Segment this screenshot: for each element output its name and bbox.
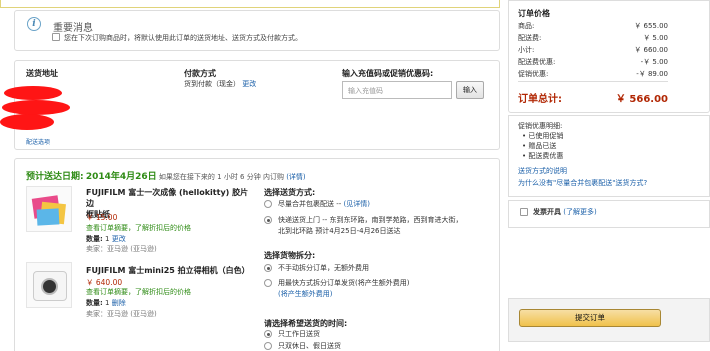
- eta-details-link[interactable]: (详情): [286, 173, 305, 181]
- express-delivery-line2: 北到北环路 预计4月25日-4月26日送达: [278, 227, 401, 235]
- weekday-label: 只工作日送货: [278, 330, 320, 338]
- item-1-qty-value: 1: [105, 235, 110, 243]
- coupon-input[interactable]: 输入充值码: [342, 81, 452, 99]
- item-2-seller: 卖家：亚马逊 (亚马逊): [86, 310, 157, 318]
- invoice-learn-more-link[interactable]: (了解更多): [563, 208, 596, 216]
- delivery-options-link[interactable]: 配送选项: [26, 137, 50, 146]
- summary-divider: [518, 81, 668, 82]
- order-total-label: 订单总计:: [518, 94, 562, 105]
- payment-method-text: 货到付款（现金）: [184, 80, 240, 88]
- fast-split-fee-link[interactable]: (将产生额外费用): [278, 289, 409, 300]
- item-2-qty: 数量: 1 删除: [86, 298, 126, 308]
- weekend-radio[interactable]: [264, 342, 272, 350]
- instax-camera-image[interactable]: [26, 262, 72, 308]
- order-total-value: ￥ 566.00: [615, 94, 668, 105]
- notice-text: 您在下次订购商品时，将默认使用此订单的送货地址、送货方式及付款方式。: [64, 34, 302, 42]
- redacted-address-mark: [2, 100, 70, 115]
- summary-row-shipping: 配送费: ￥ 5.00: [518, 33, 668, 43]
- hellokitty-sticker-image[interactable]: [26, 186, 72, 232]
- weekend-label: 只双休日、假日送货: [278, 342, 341, 350]
- coupon-heading: 输入充值码或促销优惠码:: [342, 69, 434, 78]
- item-2-summary-link[interactable]: 查看订单摘要，了解折扣后的价格: [86, 287, 191, 297]
- weekday-radio[interactable]: [264, 330, 272, 338]
- summary-row-label: 商品:: [518, 22, 535, 30]
- apply-coupon-button[interactable]: 输入: [456, 81, 484, 99]
- submit-panel: 提交订单: [508, 298, 710, 342]
- redacted-address-mark: [0, 114, 54, 130]
- eta-label: 预计送达日期:: [26, 172, 84, 182]
- eta-date: 2014年4月26日: [85, 172, 157, 182]
- eta-note: 如果您在接下来的 1 小时 6 分钟 内订购: [158, 173, 284, 181]
- payment-heading: 付款方式: [184, 69, 216, 78]
- redacted-address-mark: [4, 86, 62, 100]
- no-split-radio[interactable]: [264, 264, 272, 272]
- item-1-seller: 卖家：亚马逊 (亚马逊): [86, 245, 157, 253]
- summary-row-promo: 促销优惠: -￥ 89.00: [518, 69, 668, 79]
- item-1-change-link[interactable]: 更改: [112, 235, 126, 243]
- why-no-merge-link[interactable]: 为什么没有"尽量合并包裹配送"送货方式?: [518, 178, 647, 188]
- split-heading: 选择货物拆分:: [264, 251, 316, 260]
- info-icon: i: [27, 17, 41, 31]
- address-heading: 送货地址: [26, 69, 58, 78]
- express-delivery-line1: 快递送货上门 -- 东到东环路，南到学苑路，西到育进大街，: [278, 216, 463, 224]
- promo-heading: 促销优惠明细:: [518, 122, 563, 130]
- change-payment-link[interactable]: 更改: [242, 80, 256, 88]
- summary-heading: 订单价格: [518, 9, 550, 18]
- merge-shipping-details-link[interactable]: (见详情): [344, 200, 370, 208]
- shipping-method-heading: 选择送货方式:: [264, 188, 316, 197]
- fast-split-radio[interactable]: [264, 279, 272, 287]
- invoice-label-wrap: 发票开具 (了解更多): [533, 207, 597, 217]
- shipping-explanation-link[interactable]: 送货方式的说明: [518, 166, 567, 176]
- promo-item: • 赠品已送: [522, 142, 557, 150]
- item-2-qty-label: 数量:: [86, 299, 103, 307]
- summary-row-shipping-discount: 配送费优惠: -￥ 5.00: [518, 57, 668, 67]
- notice-title: 重要消息: [53, 23, 93, 34]
- summary-row-value: ￥ 655.00: [634, 22, 668, 30]
- payment-method: 货到付款（现金） 更改: [184, 79, 256, 89]
- summary-row-value: -￥ 89.00: [636, 70, 668, 78]
- merge-shipping-label: 尽量合并包裹配送 -- (见详情): [278, 199, 370, 209]
- item-2-title[interactable]: FUJIFILM 富士mini25 拍立得相机（白色）: [86, 265, 250, 276]
- summary-row-label: 配送费优惠:: [518, 58, 556, 66]
- promo-item-text: 配送费优惠: [528, 152, 564, 160]
- merge-shipping-text: 尽量合并包裹配送 --: [278, 200, 342, 208]
- summary-row-subtotal: 小计: ￥ 660.00: [518, 45, 668, 55]
- item-1-summary-link[interactable]: 查看订单摘要，了解折扣后的价格: [86, 223, 191, 233]
- important-notice: i 重要消息: [14, 10, 500, 51]
- delivery-time-heading: 请选择希望送货的时间:: [264, 319, 348, 328]
- submit-order-button[interactable]: 提交订单: [519, 309, 661, 327]
- item-2-delete-link[interactable]: 删除: [112, 299, 126, 307]
- summary-row-value: ￥ 5.00: [643, 34, 668, 42]
- promo-item: • 配送费优惠: [522, 152, 564, 160]
- merge-shipping-radio[interactable]: [264, 200, 272, 208]
- invoice-label: 发票开具: [533, 208, 561, 216]
- item-1-qty: 数量: 1 更改: [86, 234, 126, 244]
- promo-item: • 已使用促销: [522, 132, 564, 140]
- no-split-label: 不手动拆分订单，无额外费用: [278, 264, 369, 272]
- eta-line: 预计送达日期: 2014年4月26日 如果您在接下来的 1 小时 6 分钟 内订…: [26, 169, 306, 182]
- summary-row-value: -￥ 5.00: [640, 58, 668, 66]
- summary-row-label: 配送费:: [518, 34, 542, 42]
- item-2-qty-value: 1: [105, 299, 110, 307]
- top-notice-edge: [0, 0, 500, 8]
- express-delivery-label: 快递送货上门 -- 东到东环路，南到学苑路，西到育进大街， 北到北环路 预计4月…: [278, 215, 498, 237]
- default-settings-checkbox[interactable]: [52, 33, 60, 41]
- fast-split-label: 用最快方式拆分订单发货(将产生额外费用) (将产生额外费用): [278, 278, 409, 300]
- item-1-qty-label: 数量:: [86, 235, 103, 243]
- summary-row-items: 商品: ￥ 655.00: [518, 21, 668, 31]
- invoice-checkbox[interactable]: [520, 208, 528, 216]
- promo-item-text: 已使用促销: [528, 132, 564, 140]
- express-delivery-radio[interactable]: [264, 216, 272, 224]
- item-1-price: ￥ 15.00: [86, 213, 118, 222]
- summary-row-label: 促销优惠:: [518, 70, 549, 78]
- promo-item-text: 赠品已送: [528, 142, 557, 150]
- fast-split-line1: 用最快方式拆分订单发货(将产生额外费用): [278, 279, 410, 287]
- summary-row-value: ￥ 660.00: [634, 46, 668, 54]
- summary-row-label: 小计:: [518, 46, 535, 54]
- item-1-title-line1: FUJIFILM 富士一次成像 (hellokitty) 胶片边: [86, 188, 249, 208]
